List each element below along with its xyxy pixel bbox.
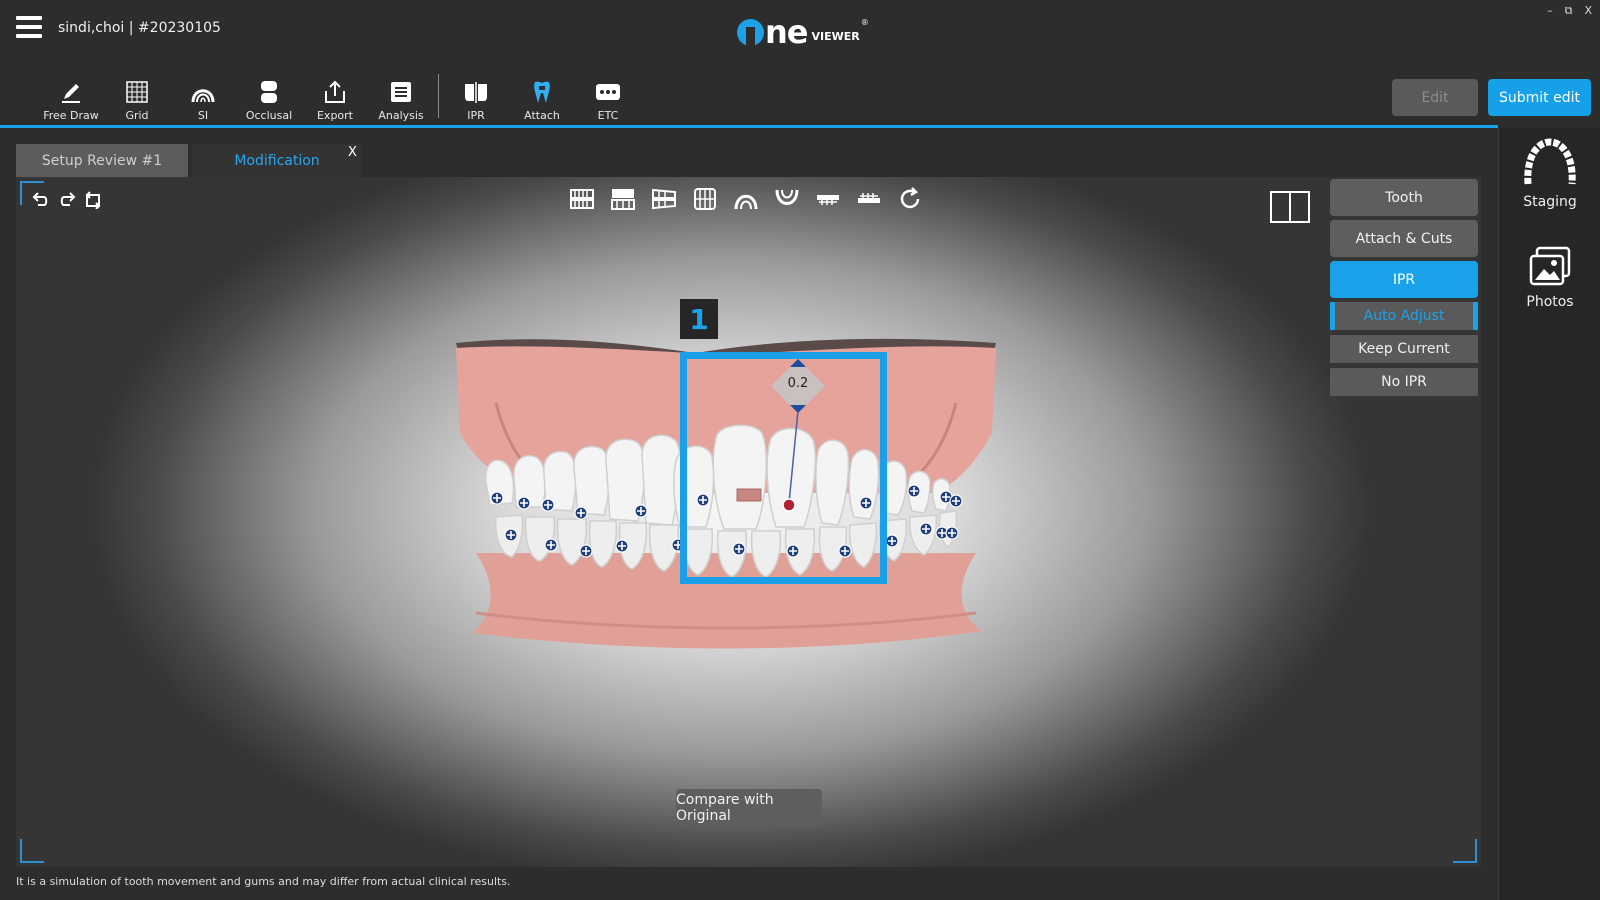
toolbar-accent-line [0, 125, 1498, 128]
side-panel: Staging Photos [1498, 128, 1600, 900]
view-upper-only-icon[interactable] [815, 186, 841, 216]
view-lower-arch-icon[interactable] [774, 186, 800, 216]
tool-label: SI [197, 109, 209, 122]
app-logo: ne VIEWER ® [737, 10, 869, 51]
logo-registered: ® [860, 18, 869, 27]
patient-label: sindi,choi | #20230105 [58, 20, 221, 36]
close-tab-button[interactable]: X [348, 145, 357, 160]
tab-modification[interactable]: Modification [192, 144, 362, 177]
viewport-corner [20, 839, 44, 863]
view-toolbar [569, 186, 923, 216]
tool-label: Attach [524, 109, 560, 122]
view-back-icon[interactable] [610, 186, 636, 216]
viewport-corner [1453, 839, 1477, 863]
list-icon [391, 82, 411, 102]
view-left-icon[interactable] [651, 186, 677, 216]
close-button[interactable]: X [1584, 4, 1592, 18]
staging-icon [1524, 138, 1576, 185]
side-item-label: Photos [1526, 294, 1574, 310]
tool-label: Occlusal [245, 109, 293, 122]
tool-label: IPR [467, 109, 485, 122]
tool-ipr[interactable]: IPR [443, 72, 509, 122]
auto-adjust-option[interactable]: Auto Adjust [1330, 302, 1478, 330]
view-front-icon[interactable] [569, 186, 595, 216]
pencil-icon [62, 84, 80, 103]
side-item-label: Staging [1523, 194, 1577, 210]
view-right-icon[interactable] [692, 186, 718, 216]
submit-edit-button[interactable]: Submit edit [1488, 79, 1591, 116]
tool-attach[interactable]: Attach [509, 72, 575, 122]
tool-analysis[interactable]: Analysis [368, 72, 434, 122]
tool-label: Analysis [378, 109, 424, 122]
split-view-icon[interactable] [1270, 191, 1310, 223]
more-icon [596, 84, 620, 100]
minimize-button[interactable]: – [1547, 4, 1553, 18]
title-bar: sindi,choi | #20230105 ne VIEWER ® – ⧉ X [0, 0, 1600, 62]
view-lower-only-icon[interactable] [856, 186, 882, 216]
ipr-value-text: 0.2 [787, 376, 809, 391]
tool-label: ETC [597, 109, 619, 122]
attach-icon [534, 81, 550, 103]
tool-label: Grid [125, 109, 149, 122]
keep-current-option[interactable]: Keep Current [1330, 335, 1478, 363]
tooth-button[interactable]: Tooth [1330, 179, 1478, 216]
redo-icon[interactable] [58, 191, 76, 213]
tool-export[interactable]: Export [302, 72, 368, 122]
tool-etc[interactable]: ETC [575, 72, 641, 122]
side-item-photos[interactable]: Photos [1499, 244, 1600, 310]
tool-grid[interactable]: Grid [104, 72, 170, 122]
side-item-staging[interactable]: Staging [1499, 138, 1600, 210]
model-viewport[interactable]: Tooth Attach & Cuts IPR Auto Adjust Keep… [16, 177, 1481, 867]
compare-original-button[interactable]: Compare with Original [676, 789, 822, 826]
ipr-icon [465, 82, 487, 103]
reset-icon[interactable] [84, 191, 102, 213]
tool-si[interactable]: SI [170, 72, 236, 122]
undo-icon[interactable] [32, 191, 50, 213]
tool-occlusal[interactable]: Occlusal [236, 72, 302, 122]
view-upper-arch-icon[interactable] [733, 186, 759, 216]
photos-icon [1529, 246, 1571, 286]
history-controls [32, 191, 102, 213]
grid-icon [126, 81, 148, 103]
tab-setup-review[interactable]: Setup Review #1 [16, 144, 188, 177]
tool-label: Export [316, 109, 353, 122]
tool-label: Free Draw [43, 109, 99, 122]
disclaimer-text: It is a simulation of tooth movement and… [16, 875, 511, 888]
tool-free-draw[interactable]: Free Draw [38, 72, 104, 122]
toolbar-divider [438, 74, 439, 118]
main-toolbar: Free Draw Grid SI Occlusal Export Analys… [38, 72, 641, 122]
logo-sub: VIEWER [811, 30, 860, 43]
logo-word: ne [765, 13, 808, 51]
rotate-view-icon[interactable] [897, 186, 923, 216]
no-ipr-option[interactable]: No IPR [1330, 368, 1478, 396]
occlusal-icon [261, 81, 277, 103]
attach-cuts-button[interactable]: Attach & Cuts [1330, 220, 1478, 257]
app-window: sindi,choi | #20230105 ne VIEWER ® – ⧉ X… [0, 0, 1600, 900]
tooth-number-label: 1 [680, 299, 718, 339]
ipr-button[interactable]: IPR [1330, 261, 1478, 298]
logo-mark-icon [737, 19, 764, 46]
restore-button[interactable]: ⧉ [1565, 4, 1573, 18]
arch-icon [191, 89, 215, 103]
export-icon [325, 80, 345, 103]
menu-icon[interactable] [16, 16, 42, 40]
window-controls: – ⧉ X [1547, 4, 1592, 18]
edit-button[interactable]: Edit [1392, 79, 1478, 116]
